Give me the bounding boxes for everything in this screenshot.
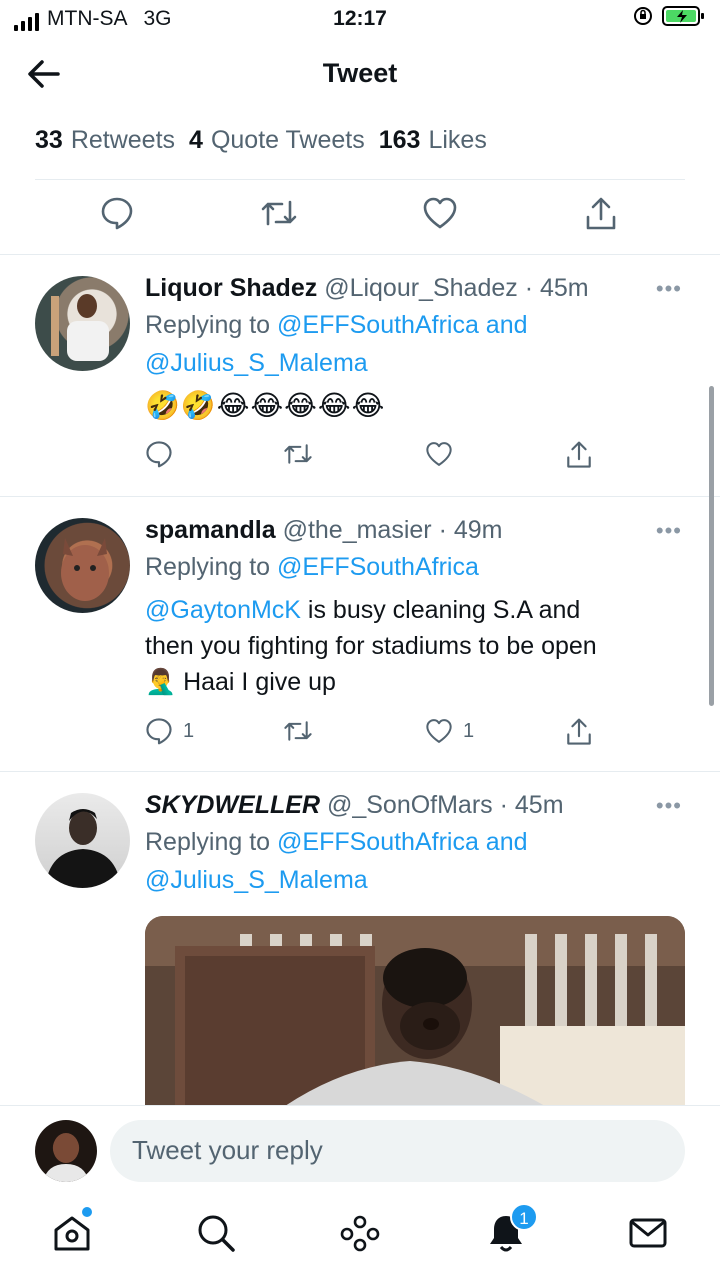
home-icon[interactable]: [50, 1211, 94, 1255]
share-icon: [567, 441, 591, 468]
like-button[interactable]: 1: [425, 717, 474, 745]
like-icon: [426, 442, 452, 466]
mention-link[interactable]: @Julius_S_Malema: [145, 349, 368, 377]
clock: 12:17: [333, 7, 387, 30]
tweet-author-line: Liquor Shadez @Liqour_Shadez · 45m: [145, 274, 690, 303]
tweet-actions: 1 1: [145, 717, 645, 751]
author-name[interactable]: SKYDWELLER: [145, 791, 320, 819]
retweet-icon: [284, 444, 312, 464]
status-bar: MTN-SA 3G 12:17: [0, 0, 720, 36]
bottom-tab-bar: 1: [0, 1195, 720, 1280]
mention-link[interactable]: @GaytonMcK: [145, 596, 301, 624]
replying-to: Replying to @EFFSouthAfrica: [145, 553, 479, 581]
like-count: 1: [463, 719, 475, 742]
retweet-button[interactable]: [283, 717, 313, 745]
page-title: Tweet: [322, 58, 398, 88]
battery-icon: [662, 6, 704, 26]
share-icon: [567, 718, 591, 745]
reply-count: 1: [183, 719, 195, 742]
like-button[interactable]: [425, 440, 453, 468]
mention-link[interactable]: @EFFSouthAfrica: [277, 553, 479, 581]
tweet-media-image[interactable]: [145, 916, 685, 1106]
like-icon[interactable]: [422, 196, 458, 230]
scrollbar[interactable]: [709, 386, 714, 706]
my-avatar[interactable]: [35, 1120, 97, 1182]
reply-icon: [146, 441, 172, 468]
quote-tweets-stat[interactable]: 4 Quote Tweets: [189, 126, 365, 155]
tweet-author-line: SKYDWELLER @_SonOfMars · 45m: [145, 791, 690, 820]
reply-tweet[interactable]: Liquor Shadez @Liqour_Shadez · 45m Reply…: [0, 255, 720, 496]
tweet-text: @GaytonMcK is busy cleaning S.A and then…: [145, 596, 597, 696]
like-icon: [426, 719, 452, 743]
tweet-time: · 45m: [499, 791, 564, 819]
likes-stat[interactable]: 163 Likes: [379, 126, 487, 155]
tweet-stats: 33 Retweets 4 Quote Tweets 163 Likes: [35, 126, 487, 155]
reply-composer-bar: Tweet your reply: [0, 1105, 720, 1195]
more-options-icon[interactable]: •••: [656, 793, 682, 819]
more-options-icon[interactable]: •••: [656, 276, 682, 302]
tweet-text: 🤣🤣😂😂😂😂😂: [145, 390, 386, 421]
home-unread-dot: [82, 1207, 92, 1217]
search-icon[interactable]: [194, 1211, 238, 1255]
share-button[interactable]: [565, 717, 593, 747]
tweet-time: · 49m: [438, 516, 503, 544]
tweet-author-line: spamandla @the_masier · 49m: [145, 516, 690, 545]
more-options-icon[interactable]: •••: [656, 518, 682, 544]
messages-icon[interactable]: [626, 1211, 670, 1255]
reply-input[interactable]: Tweet your reply: [110, 1120, 685, 1182]
retweet-icon: [284, 721, 312, 741]
top-header: Tweet: [0, 36, 720, 114]
reply-icon: [146, 718, 172, 745]
spaces-icon[interactable]: [338, 1211, 382, 1255]
retweet-icon[interactable]: [260, 196, 298, 230]
mention-link[interactable]: @EFFSouthAfrica and: [277, 828, 528, 856]
author-handle[interactable]: @Liqour_Shadez: [324, 274, 518, 302]
avatar[interactable]: [35, 518, 130, 613]
replying-to: Replying to @EFFSouthAfrica and @Julius_…: [145, 828, 528, 894]
author-handle[interactable]: @_SonOfMars: [327, 791, 493, 819]
share-button[interactable]: [565, 440, 593, 470]
orientation-lock-icon: [634, 7, 652, 25]
share-icon[interactable]: [584, 196, 618, 232]
author-name[interactable]: Liquor Shadez: [145, 274, 317, 302]
retweet-button[interactable]: [283, 440, 313, 468]
main-tweet-actions: [0, 196, 720, 242]
replying-to: Replying to @EFFSouthAfrica and @Julius_…: [145, 311, 528, 377]
avatar[interactable]: [35, 793, 130, 888]
mention-link[interactable]: @EFFSouthAfrica and: [277, 311, 528, 339]
mention-link[interactable]: @Julius_S_Malema: [145, 866, 368, 894]
tweet-time: · 45m: [524, 274, 589, 302]
reply-button[interactable]: 1: [145, 717, 194, 745]
divider: [35, 179, 685, 180]
avatar[interactable]: [35, 276, 130, 371]
reply-tweet[interactable]: spamandla @the_masier · 49m Replying to …: [0, 497, 720, 771]
reply-button[interactable]: [145, 440, 173, 468]
retweets-stat[interactable]: 33 Retweets: [35, 126, 175, 155]
reply-icon[interactable]: [100, 196, 134, 230]
tweet-actions: [145, 440, 645, 474]
notifications-badge: 1: [510, 1203, 538, 1231]
author-handle[interactable]: @the_masier: [283, 516, 432, 544]
author-name[interactable]: spamandla: [145, 516, 276, 544]
